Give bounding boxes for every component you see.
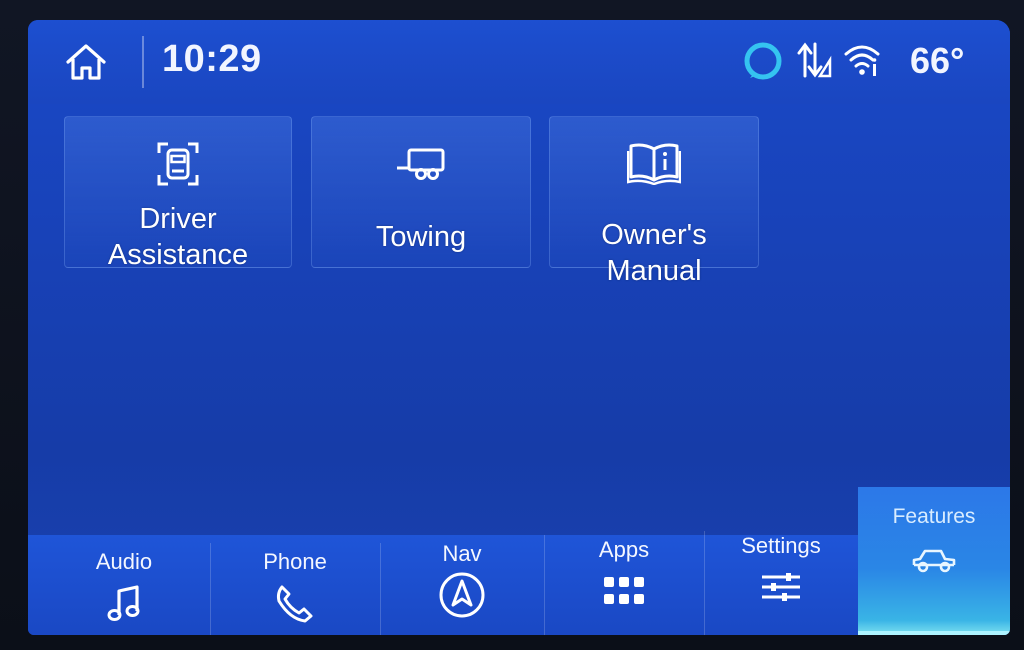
status-bar: 10:29 66° — [28, 20, 1010, 104]
nav-label: Features — [892, 505, 976, 528]
phone-icon — [276, 585, 313, 623]
driver-assistance-icon — [157, 142, 199, 186]
status-icons: 66° — [730, 38, 1010, 82]
nav-label: Apps — [598, 537, 650, 562]
nav-settings[interactable]: Settings — [704, 527, 859, 635]
tile-label-line2: Assistance — [107, 239, 249, 271]
nav-label: Nav — [442, 541, 482, 566]
nav-label: Audio — [95, 549, 153, 574]
nav-audio[interactable]: Audio — [38, 543, 211, 635]
nav-label: Settings — [741, 533, 821, 558]
tile-label: Owner's Manual — [601, 219, 707, 287]
wifi-icon — [844, 45, 880, 76]
apps-grid-icon — [604, 577, 644, 604]
trailer-icon — [397, 148, 445, 180]
vehicle-icon — [912, 549, 956, 573]
nav-label: Phone — [263, 549, 327, 574]
nav-apps[interactable]: Apps — [544, 531, 705, 635]
sliders-icon — [762, 573, 800, 601]
alexa-icon[interactable] — [742, 40, 784, 82]
infotainment-screen: 10:29 66° Driver Assistance Towing Owner… — [28, 20, 1010, 635]
tile-towing[interactable]: Towing — [311, 116, 531, 268]
active-tab-indicator — [858, 631, 1010, 635]
bottom-nav-bar: Audio Phone Nav Apps Settings Features — [28, 487, 1010, 635]
clock-time: 10:29 — [162, 38, 262, 80]
status-divider — [142, 36, 144, 88]
music-note-icon — [107, 585, 140, 621]
nav-phone[interactable]: Phone — [210, 543, 381, 635]
outside-temperature: 66° — [910, 40, 965, 81]
home-button[interactable] — [58, 40, 114, 84]
book-info-icon — [627, 143, 681, 185]
home-icon — [66, 44, 106, 80]
navigation-compass-icon — [439, 572, 485, 618]
nav-navigation[interactable]: Nav — [380, 535, 545, 635]
tile-label: Towing — [375, 221, 467, 253]
tile-driver-assistance[interactable]: Driver Assistance — [64, 116, 292, 271]
tile-owners-manual[interactable]: Owner's Manual — [549, 116, 759, 287]
signal-arrows-icon — [797, 42, 832, 78]
nav-features[interactable]: Features — [858, 487, 1010, 635]
tile-label-line1: Driver — [139, 203, 217, 235]
